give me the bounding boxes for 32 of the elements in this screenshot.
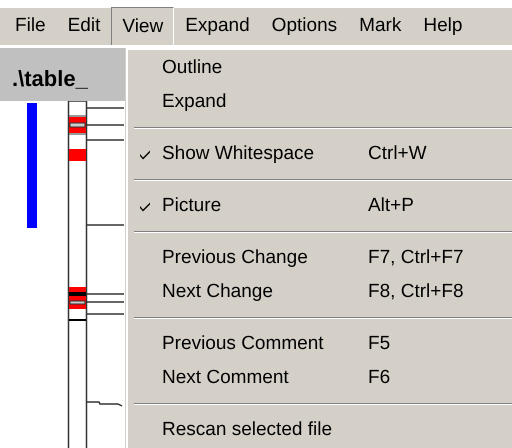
shortcut-text: Ctrl+W: [368, 142, 427, 166]
option-label: Outline: [162, 56, 224, 80]
menu-option[interactable]: Expand: [128, 85, 512, 119]
option-label: Previous Change: [162, 246, 309, 270]
menu-item[interactable]: View: [111, 7, 174, 46]
panel-title: .\table_: [0, 48, 126, 101]
shortcut-text: F5: [368, 332, 390, 356]
menu-option[interactable]: Outline: [128, 51, 512, 85]
menu-option[interactable]: Next Change F8, Ctrl+F8: [128, 275, 512, 309]
option-label: Rescan selected file: [162, 418, 334, 442]
menu-option[interactable]: Previous Comment F5: [128, 327, 512, 361]
option-label: Show Whitespace: [162, 142, 316, 166]
menu-item[interactable]: Help: [412, 8, 474, 45]
menu-item[interactable]: Options: [260, 8, 348, 45]
menu-option[interactable]: Next Comment F6: [128, 361, 512, 395]
option-label: Expand: [162, 90, 228, 114]
menu-option[interactable]: Show Whitespace Ctrl+W: [128, 137, 512, 171]
menu-item[interactable]: Edit: [56, 8, 112, 45]
shortcut-text: F6: [368, 366, 390, 390]
option-label: Picture: [162, 194, 222, 218]
menu-option[interactable]: Rescan selected file: [128, 413, 512, 447]
option-label: Next Change: [162, 280, 274, 304]
option-label: Previous Comment: [162, 332, 325, 356]
menu-option[interactable]: Picture Alt+P: [128, 189, 512, 223]
shortcut-text: Alt+P: [368, 194, 414, 218]
menu-item[interactable]: File: [4, 8, 57, 45]
menu-item[interactable]: Expand: [174, 8, 261, 45]
menu-item[interactable]: Mark: [348, 8, 412, 45]
option-label: Next Comment: [162, 366, 290, 390]
shortcut-text: F8, Ctrl+F8: [368, 280, 464, 304]
shortcut-text: F7, Ctrl+F7: [368, 246, 464, 270]
menu-option[interactable]: Previous Change F7, Ctrl+F7: [128, 241, 512, 275]
